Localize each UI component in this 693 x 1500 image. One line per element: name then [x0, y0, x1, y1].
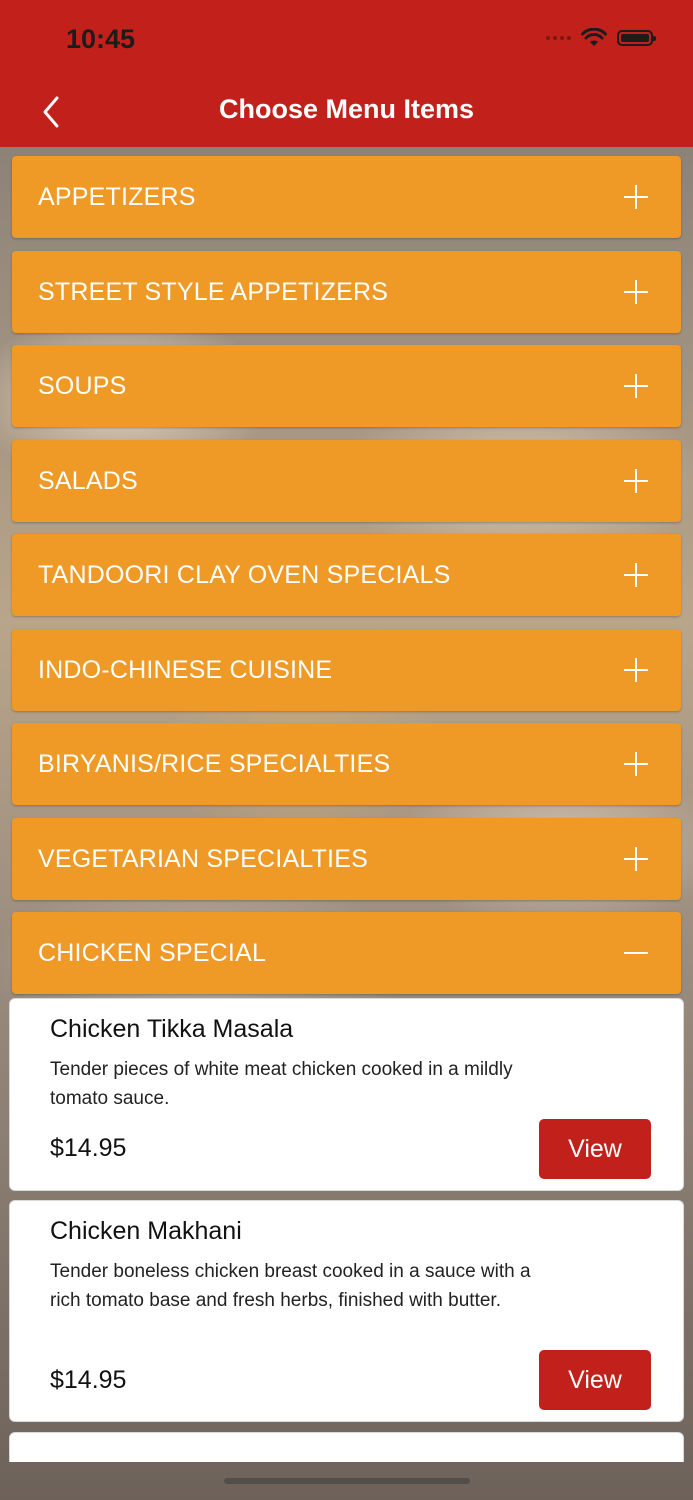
category-chicken-special[interactable]: CHICKEN SPECIAL — [12, 912, 681, 994]
view-button[interactable]: View — [539, 1119, 651, 1179]
category-label: BIRYANIS/RICE SPECIALTIES — [38, 750, 391, 778]
item-description: Tender pieces of white meat chicken cook… — [50, 1059, 513, 1109]
battery-icon — [617, 30, 656, 46]
category-label: INDO-CHINESE CUISINE — [38, 656, 333, 684]
item-name: Chicken Makhani — [50, 1217, 242, 1245]
category-soups[interactable]: SOUPS — [12, 345, 681, 427]
status-icons — [546, 28, 656, 48]
category-label: STREET STYLE APPETIZERS — [38, 278, 389, 306]
view-button[interactable]: View — [539, 1350, 651, 1410]
item-description: Tender boneless chicken breast cooked in… — [50, 1261, 531, 1311]
menu-item-card: Chicken Tikka Masala Tender pieces of wh… — [9, 998, 684, 1191]
signal-icon — [546, 36, 571, 40]
category-street-style-appetizers[interactable]: STREET STYLE APPETIZERS — [12, 251, 681, 333]
plus-icon — [624, 469, 648, 493]
category-indo-chinese-cuisine[interactable]: INDO-CHINESE CUISINE — [12, 629, 681, 711]
plus-icon — [624, 658, 648, 682]
category-label: APPETIZERS — [38, 183, 196, 211]
category-label: SALADS — [38, 467, 138, 495]
app-header: 10:45 Choose Menu Items — [0, 0, 693, 147]
minus-icon — [624, 952, 648, 954]
plus-icon — [624, 847, 648, 871]
menu-item-card-partial — [9, 1432, 684, 1462]
item-name: Chicken Tikka Masala — [50, 1015, 294, 1043]
category-biryanis-rice-specialties[interactable]: BIRYANIS/RICE SPECIALTIES — [12, 723, 681, 805]
plus-icon — [624, 185, 648, 209]
item-price: $14.95 — [50, 1134, 127, 1162]
category-salads[interactable]: SALADS — [12, 440, 681, 522]
wifi-icon — [581, 28, 607, 46]
category-vegetarian-specialties[interactable]: VEGETARIAN SPECIALTIES — [12, 818, 681, 900]
home-indicator — [224, 1478, 470, 1484]
category-appetizers[interactable]: APPETIZERS — [12, 156, 681, 238]
plus-icon — [624, 280, 648, 304]
view-button-label: View — [568, 1366, 622, 1394]
plus-icon — [624, 752, 648, 776]
item-price: $14.95 — [50, 1366, 127, 1394]
category-label: TANDOORI CLAY OVEN SPECIALS — [38, 561, 451, 589]
plus-icon — [624, 563, 648, 587]
category-label: CHICKEN SPECIAL — [38, 939, 267, 967]
menu-item-card: Chicken Makhani Tender boneless chicken … — [9, 1200, 684, 1422]
plus-icon — [624, 374, 648, 398]
category-tandoori-clay-oven-specials[interactable]: TANDOORI CLAY OVEN SPECIALS — [12, 534, 681, 616]
status-time: 10:45 — [66, 24, 136, 54]
category-label: VEGETARIAN SPECIALTIES — [38, 845, 368, 873]
category-label: SOUPS — [38, 372, 127, 400]
page-title: Choose Menu Items — [218, 94, 475, 124]
